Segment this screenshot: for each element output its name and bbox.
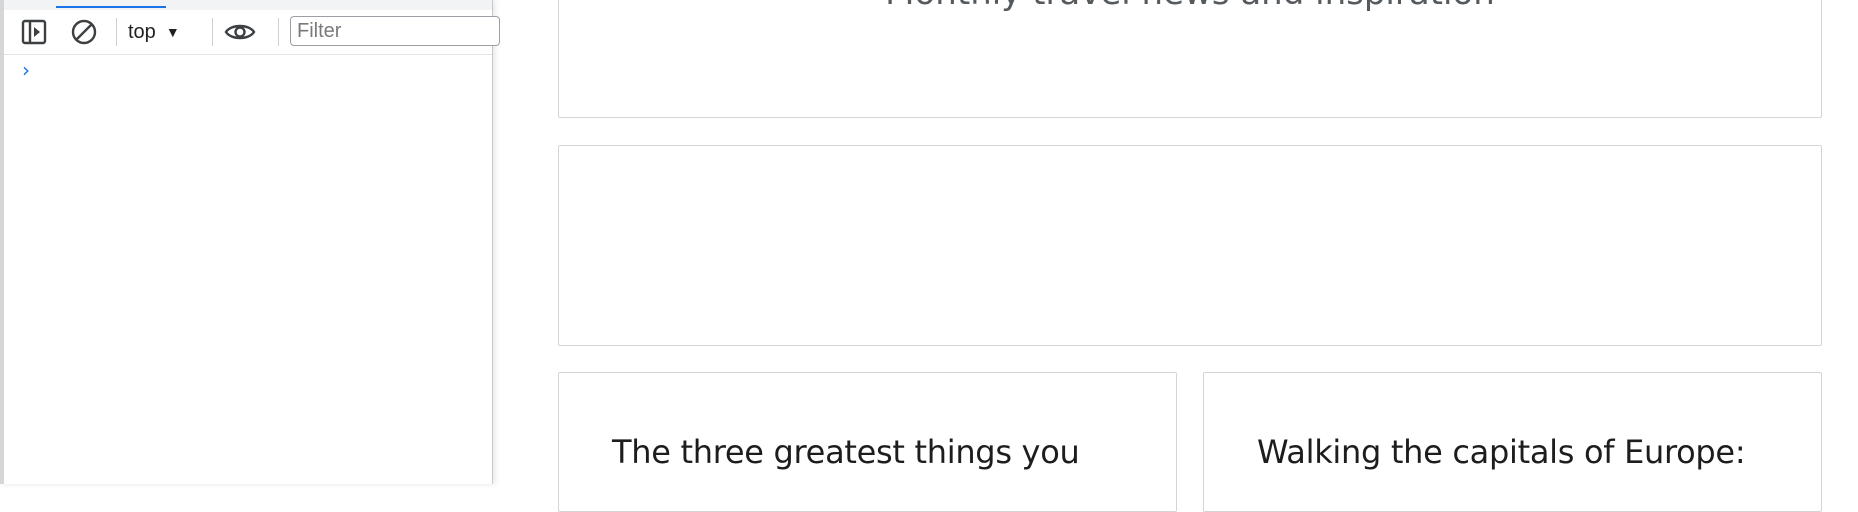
hero-subtitle: Monthly travel news and inspiration (559, 0, 1821, 13)
article-card[interactable]: The three greatest things you (558, 372, 1177, 512)
active-tab-indicator (56, 6, 166, 8)
console-prompt-chevron-icon: › (22, 58, 30, 82)
banner-card (558, 145, 1822, 346)
article-title[interactable]: The three greatest things you (612, 433, 1080, 471)
toolbar-divider (116, 18, 117, 46)
hero-card: Monthly travel news and inspiration (558, 0, 1822, 118)
devtools-console-panel: top ▼ › (0, 0, 500, 484)
toolbar-divider (212, 18, 213, 46)
caret-down-icon: ▼ (165, 24, 180, 40)
web-page-content: Monthly travel news and inspiration The … (492, 0, 1858, 512)
eye-icon (224, 24, 256, 40)
context-selector-label: top (128, 20, 156, 43)
clear-console-icon (71, 19, 97, 45)
devtools-tabstrip (4, 0, 492, 10)
article-title[interactable]: Walking the capitals of Europe: (1257, 433, 1746, 471)
console-filter-input[interactable] (290, 16, 500, 46)
sidebar-toggle-icon (21, 19, 47, 45)
live-expression-button[interactable] (224, 16, 256, 48)
clear-console-button[interactable] (68, 16, 100, 48)
context-selector[interactable]: top ▼ (128, 16, 180, 48)
console-toolbar: top ▼ (4, 10, 500, 55)
toolbar-divider (278, 18, 279, 46)
article-card[interactable]: Walking the capitals of Europe: (1203, 372, 1822, 512)
sidebar-toggle-button[interactable] (18, 16, 50, 48)
console-input-area[interactable] (4, 55, 492, 484)
